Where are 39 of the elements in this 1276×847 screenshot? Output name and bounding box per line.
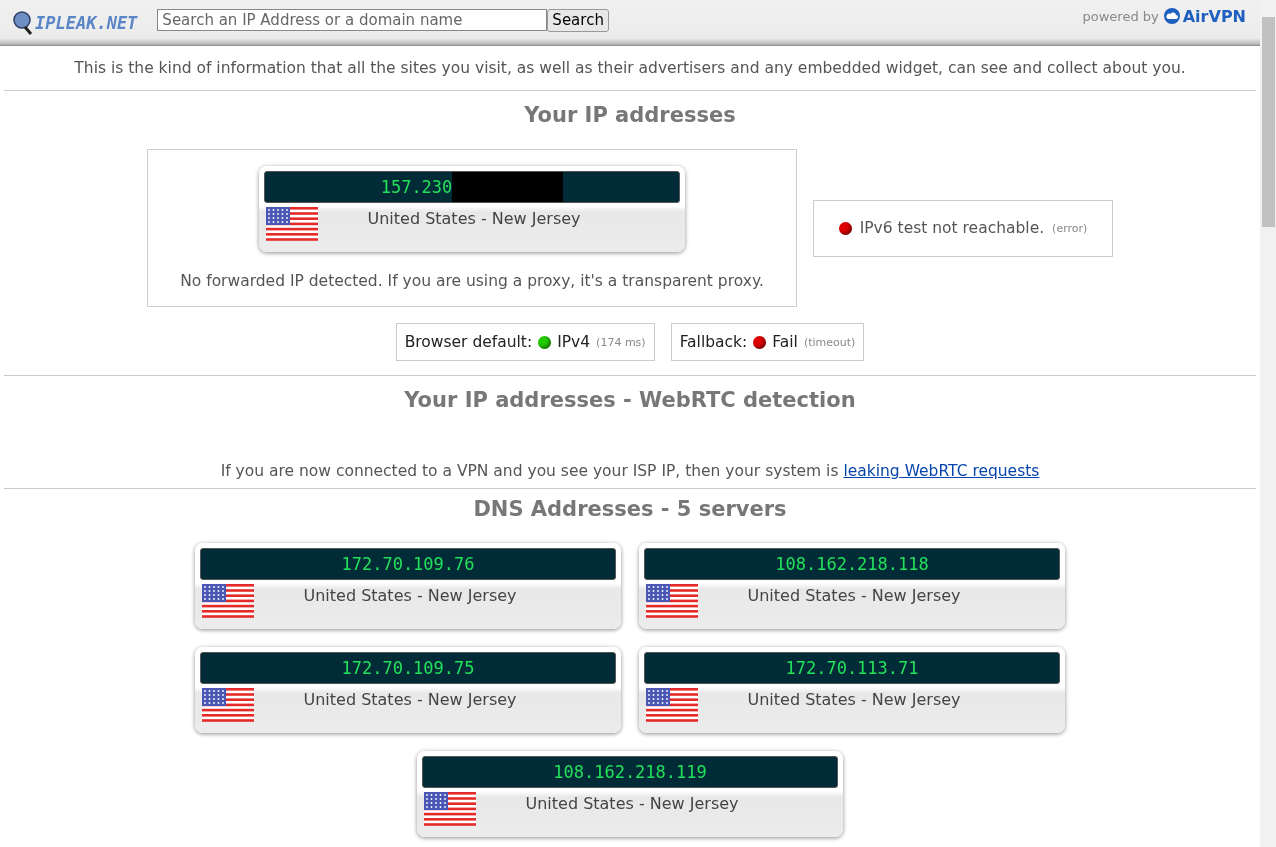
us-flag-icon <box>646 584 698 618</box>
ip-address: 157.230 <box>380 177 453 197</box>
location-text: United States - New Jersey <box>746 690 962 709</box>
ip-address: 172.70.109.75 <box>341 658 475 678</box>
us-flag-icon <box>266 207 318 241</box>
location-text: United States - New Jersey <box>366 209 582 228</box>
test-detail: (174 ms) <box>596 335 646 349</box>
ip-address: 108.162.218.119 <box>553 762 707 782</box>
magnifier-icon <box>12 10 34 36</box>
test-result: IPv4 <box>557 333 591 351</box>
us-flag-icon <box>646 688 698 722</box>
location-text: United States - New Jersey <box>524 794 740 813</box>
section-title: Your IP addresses <box>523 103 737 127</box>
webrtc-note: If you are now connected to a VPN and you see your ISP IP, then your system is <box>220 462 839 480</box>
test-label: Fallback: <box>679 333 748 351</box>
location-text: United States - New Jersey <box>746 586 962 605</box>
test-detail: (timeout) <box>803 335 856 349</box>
powered-by-text: powered by <box>1082 8 1159 24</box>
test-label: Browser default: <box>404 333 533 351</box>
ipv6-detail: (error) <box>1052 221 1088 235</box>
section-title: Your IP addresses - WebRTC detection <box>403 388 857 412</box>
ipv6-status: IPv6 test not reachable. <box>859 219 1045 237</box>
us-flag-icon <box>202 584 254 618</box>
ip-address: 172.70.109.76 <box>341 554 475 574</box>
location-text: United States - New Jersey <box>302 690 518 709</box>
test-result: Fail <box>772 333 798 351</box>
us-flag-icon <box>424 792 476 826</box>
forwarded-note: No forwarded IP detected. If you are using a proxy, it's a transparent proxy. <box>180 272 764 290</box>
section-title: DNS Addresses - 5 servers <box>472 497 788 521</box>
webrtc-link[interactable]: leaking WebRTC requests <box>843 462 1040 480</box>
airvpn-link[interactable]: AirVPN <box>1163 6 1246 26</box>
search-button[interactable]: Search <box>547 8 609 32</box>
us-flag-icon <box>202 688 254 722</box>
search-field[interactable]: Search an IP Address or a domain name <box>157 9 548 31</box>
location-text: United States - New Jersey <box>302 586 518 605</box>
cloud-icon <box>1163 8 1180 24</box>
ip-address: 108.162.218.118 <box>775 554 929 574</box>
ip-address: 172.70.113.71 <box>785 658 919 678</box>
intro-text: This is the kind of information that all the sites you visit, as well as their advertisers and any embedded widget, can see and collect about you. <box>73 59 1187 77</box>
